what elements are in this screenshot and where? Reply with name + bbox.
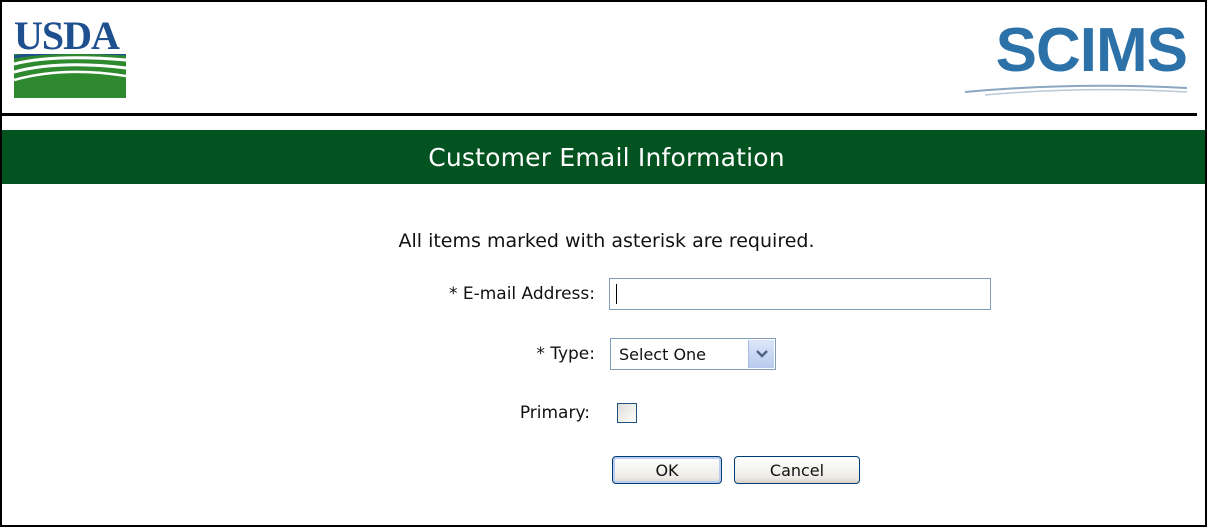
- title-band: Customer Email Information: [2, 130, 1205, 184]
- usda-logo: USDA: [14, 16, 126, 98]
- usda-logo-text: USDA: [14, 13, 120, 58]
- header: USDA SCIMS: [2, 2, 1205, 116]
- cancel-button[interactable]: Cancel: [734, 456, 860, 484]
- page-title: Customer Email Information: [428, 142, 785, 172]
- ok-button[interactable]: OK: [612, 456, 722, 484]
- header-divider: [2, 113, 1197, 116]
- type-label: * Type:: [536, 344, 595, 364]
- primary-label: Primary:: [519, 403, 590, 423]
- type-select[interactable]: Select One: [610, 338, 776, 370]
- text-caret: [616, 284, 617, 304]
- scims-logo-text: SCIMS: [995, 16, 1188, 85]
- required-note: All items marked with asterisk are requi…: [398, 230, 815, 252]
- type-select-value: Select One: [619, 345, 707, 364]
- page-frame: USDA SCIMS Customer Email Information Al…: [0, 0, 1207, 527]
- usda-field-icon: [14, 54, 126, 98]
- email-label: * E-mail Address:: [448, 284, 595, 304]
- primary-checkbox[interactable]: [617, 403, 637, 423]
- chevron-down-icon[interactable]: [748, 340, 774, 368]
- scims-logo: SCIMS: [955, 16, 1188, 100]
- scims-swoosh-icon: [965, 84, 1187, 96]
- email-field[interactable]: [609, 278, 991, 310]
